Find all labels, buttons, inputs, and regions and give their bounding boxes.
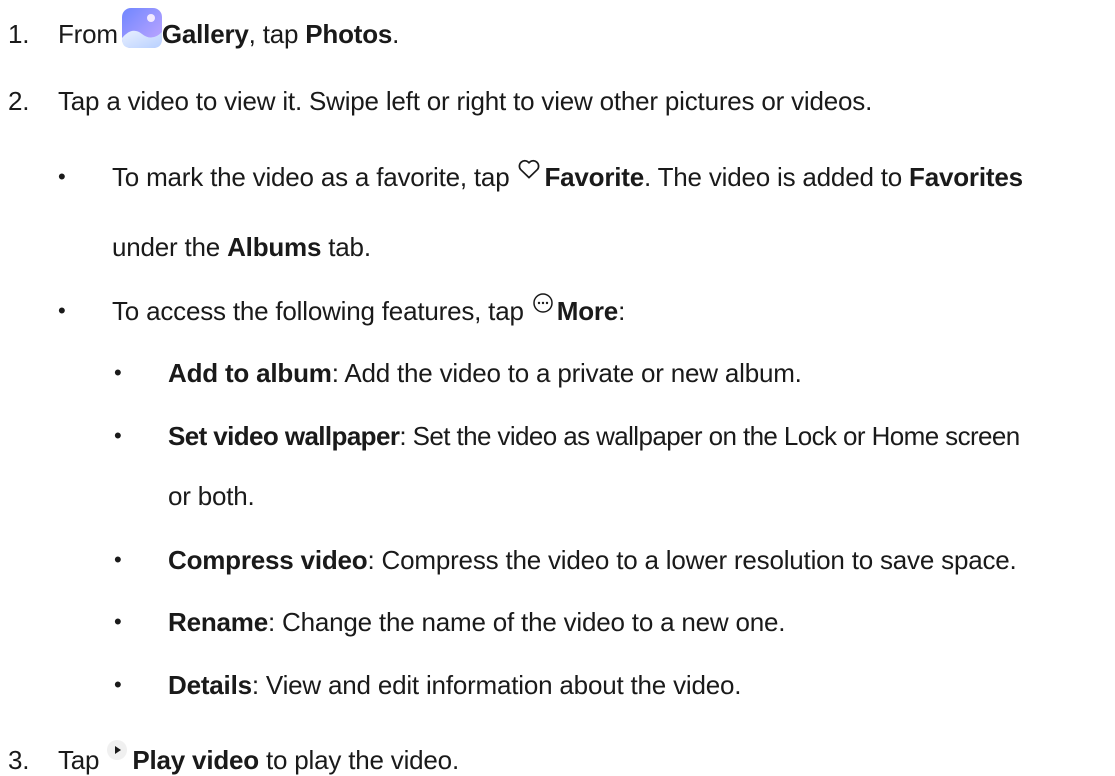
step-number: 2. — [8, 86, 30, 116]
step-text: From — [58, 19, 118, 49]
step-text: Tap — [58, 745, 107, 775]
play-video-label: Play video — [132, 745, 259, 775]
step-text: Tap a video to view it. Swipe left or ri… — [58, 86, 873, 116]
step-number: 1. — [8, 19, 30, 49]
sub-bullet-desc: : Set the video as wallpaper on the Lock… — [399, 421, 1020, 451]
heart-icon — [516, 156, 542, 182]
play-icon — [106, 739, 128, 761]
bullet-text: : — [618, 296, 626, 326]
sub-bullet-desc: or both. — [168, 481, 255, 511]
bullet-text: . The video is added to — [644, 162, 910, 192]
sub-bullet-term: Details — [168, 670, 252, 700]
bullet-marker: • — [114, 672, 122, 697]
step-number: 3. — [8, 745, 30, 775]
bullet-marker: • — [114, 547, 122, 572]
sub-bullet-term: Rename — [168, 607, 268, 637]
sub-bullet-desc: : Change the name of the video to a new … — [267, 607, 786, 637]
gallery-icon — [121, 8, 162, 48]
bullet-marker: • — [58, 298, 66, 323]
bullet-text: To access the following features, tap — [112, 296, 531, 326]
bullet-marker: • — [114, 423, 122, 448]
step-text: to play the video. — [258, 745, 459, 775]
sub-bullet-term: Set video wallpaper — [168, 421, 400, 451]
step-text: , tap — [248, 19, 306, 49]
favorites-label: Favorites — [909, 162, 1023, 192]
bullet-marker: • — [114, 360, 122, 385]
bullet-marker: • — [58, 164, 66, 189]
bullet-marker: • — [114, 609, 122, 634]
photos-label: Photos — [305, 19, 393, 49]
bullet-text: tab. — [321, 232, 371, 262]
bullet-text: under the — [112, 232, 228, 262]
sub-bullet-term: Compress video — [168, 545, 368, 575]
more-label: More — [556, 296, 619, 326]
sub-bullet-desc: : Compress the video to a lower resoluti… — [367, 545, 1017, 575]
bullet-text: To mark the video as a favorite, tap — [112, 162, 517, 192]
gallery-label: Gallery — [161, 19, 249, 49]
sub-bullet-desc: : Add the video to a private or new albu… — [331, 358, 802, 388]
more-icon — [531, 291, 555, 315]
sub-bullet-term: Add to album — [168, 358, 332, 388]
favorite-label: Favorite — [544, 162, 645, 192]
step-text: . — [392, 19, 400, 49]
albums-label: Albums — [227, 232, 322, 262]
sub-bullet-desc: : View and edit information about the vi… — [251, 670, 742, 700]
